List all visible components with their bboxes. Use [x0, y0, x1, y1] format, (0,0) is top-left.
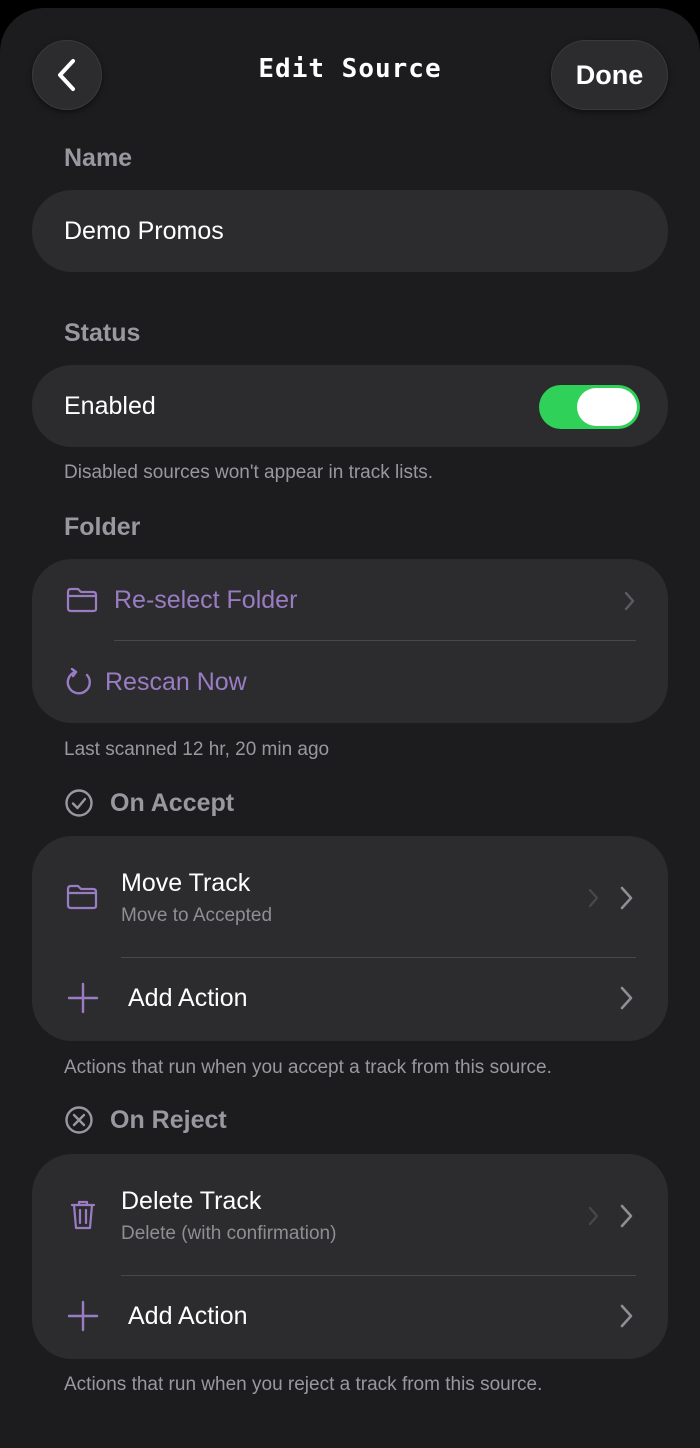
folder-footer: Last scanned 12 hr, 20 min ago — [64, 739, 330, 760]
status-section-header: Status — [64, 319, 141, 347]
reselect-folder-label: Re-select Folder — [114, 586, 298, 614]
x-circle-icon — [65, 1106, 93, 1134]
reject-add-action-row[interactable]: Add Action — [32, 1276, 668, 1359]
folder-icon — [66, 587, 98, 613]
chevron-right-icon — [624, 591, 635, 611]
reject-add-action-label: Add Action — [128, 1302, 248, 1330]
on-accept-section-header: On Accept — [64, 788, 234, 818]
chevron-right-icon — [620, 986, 633, 1010]
trash-icon — [70, 1200, 96, 1230]
on-reject-title: On Reject — [110, 1105, 227, 1134]
move-track-title: Move Track — [121, 869, 251, 897]
checkmark-circle-icon — [65, 789, 93, 817]
chevron-right-icon — [620, 886, 633, 910]
on-accept-title: On Accept — [110, 788, 235, 817]
edit-source-sheet: Edit Source Done Name Demo Promos Status… — [0, 8, 700, 1448]
on-accept-footer: Actions that run when you accept a track… — [64, 1057, 552, 1078]
reselect-folder-row[interactable]: Re-select Folder — [32, 559, 668, 641]
chevron-right-icon — [588, 1206, 599, 1226]
status-card: Enabled — [32, 365, 668, 447]
refresh-icon — [66, 668, 91, 695]
plus-icon — [67, 1300, 99, 1332]
folder-card: Re-select Folder Rescan Now — [32, 559, 668, 723]
delete-track-action-row[interactable]: Delete Track Delete (with confirmation) — [32, 1154, 668, 1275]
move-track-action-row[interactable]: Move Track Move to Accepted — [32, 836, 668, 957]
toggle-knob — [577, 388, 637, 426]
accept-add-action-row[interactable]: Add Action — [32, 958, 668, 1041]
delete-track-title: Delete Track — [121, 1187, 262, 1215]
name-section-header: Name — [64, 144, 133, 172]
name-field-value: Demo Promos — [64, 217, 224, 245]
rescan-now-label: Rescan Now — [105, 668, 247, 696]
status-footer: Disabled sources won't appear in track l… — [64, 462, 434, 483]
enabled-label: Enabled — [64, 392, 156, 420]
rescan-now-row[interactable]: Rescan Now — [32, 641, 668, 723]
move-track-subtitle: Move to Accepted — [121, 905, 273, 926]
folder-section-header: Folder — [64, 513, 141, 541]
enabled-toggle[interactable] — [539, 385, 640, 429]
delete-track-subtitle: Delete (with confirmation) — [121, 1223, 337, 1244]
accept-add-action-label: Add Action — [128, 984, 248, 1012]
on-reject-section-header: On Reject — [64, 1105, 227, 1135]
plus-icon — [67, 982, 99, 1014]
on-reject-footer: Actions that run when you reject a track… — [64, 1374, 543, 1395]
chevron-right-icon — [620, 1304, 633, 1328]
on-reject-card: Delete Track Delete (with confirmation) … — [32, 1154, 668, 1359]
chevron-right-icon — [588, 888, 599, 908]
chevron-right-icon — [620, 1204, 633, 1228]
done-button[interactable]: Done — [551, 40, 668, 110]
on-accept-card: Move Track Move to Accepted Add Action — [32, 836, 668, 1041]
name-field[interactable]: Demo Promos — [32, 190, 668, 272]
folder-icon — [66, 884, 98, 910]
